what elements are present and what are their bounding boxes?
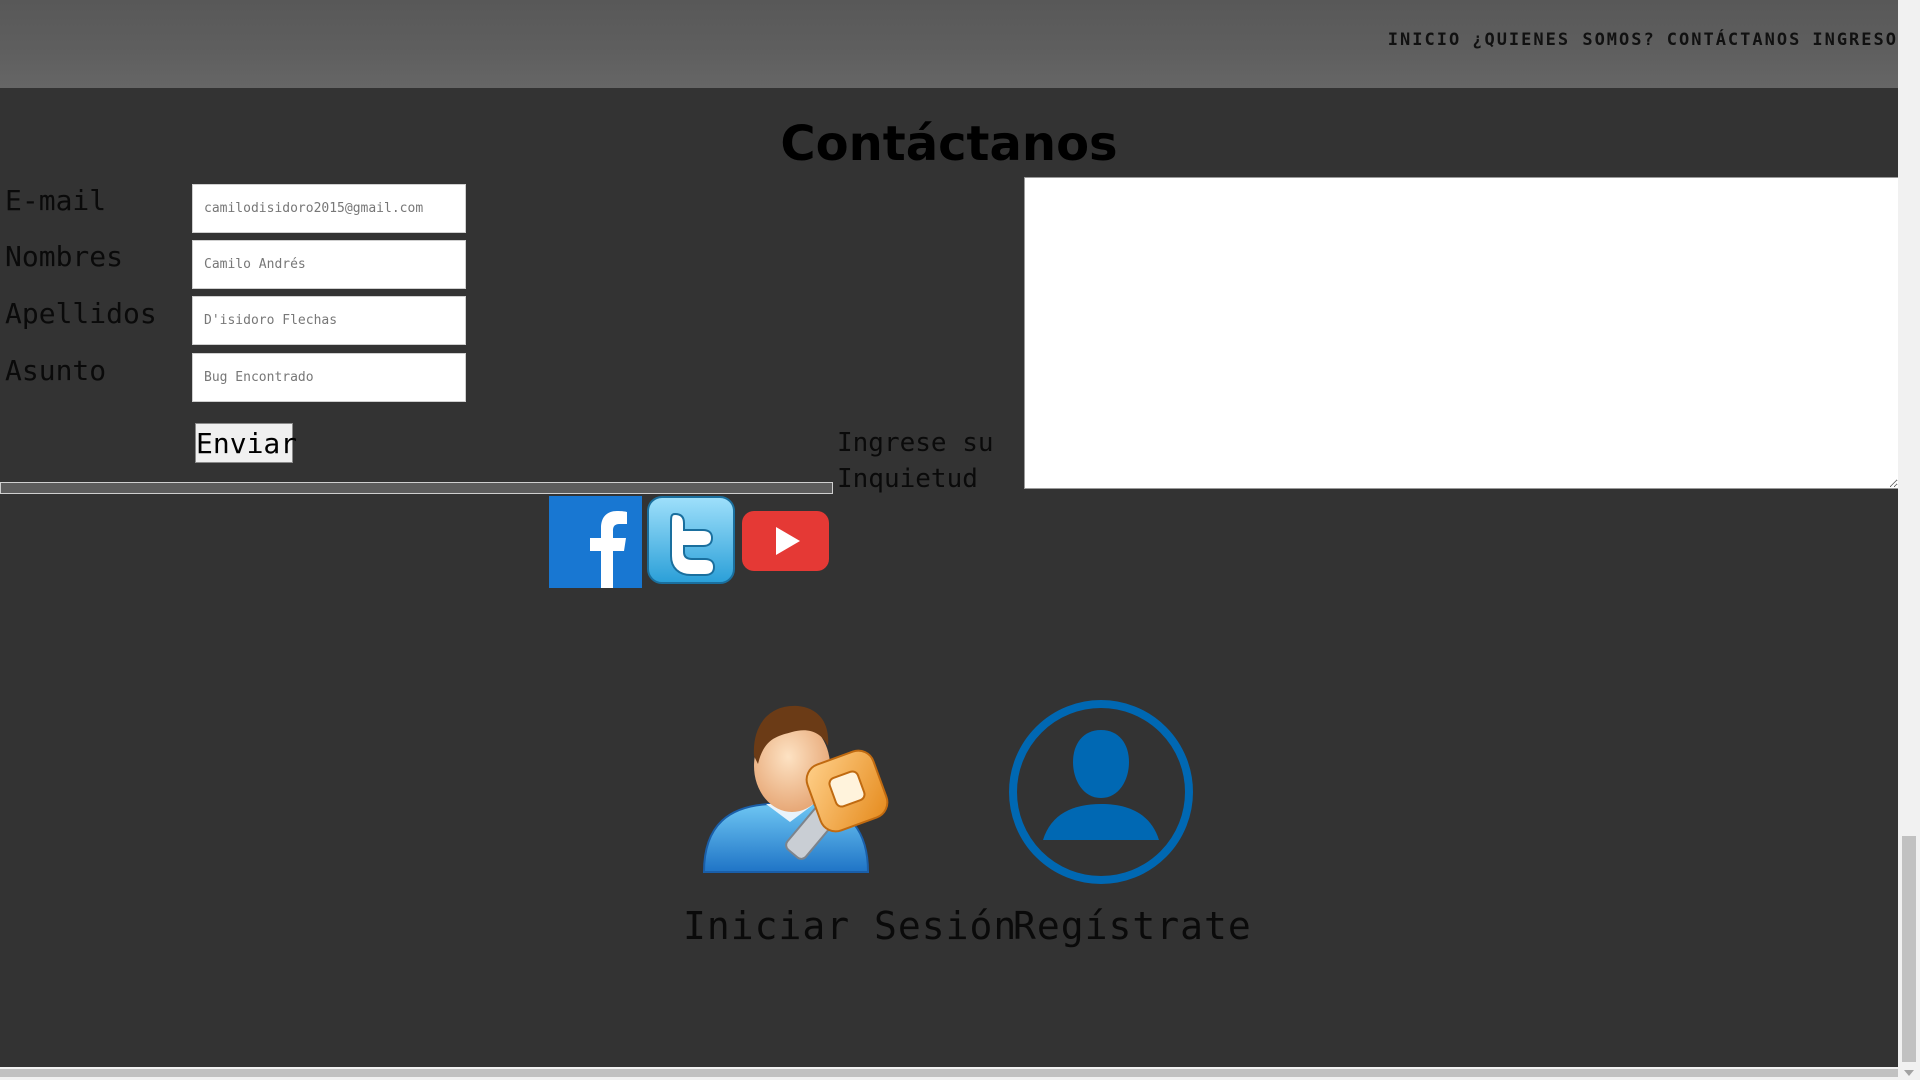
page-vertical-scrollbar[interactable]: [1898, 0, 1920, 1080]
asunto-field[interactable]: [192, 353, 466, 402]
vertical-scrollbar-thumb[interactable]: [1902, 836, 1916, 1062]
page-horizontal-scrollbar[interactable]: [0, 1067, 1898, 1080]
twitter-icon[interactable]: [647, 496, 735, 584]
page: INICIO ¿QUIENES SOMOS? CONTÁCTANOS INGRE…: [0, 0, 1899, 1080]
apellidos-field[interactable]: [192, 296, 466, 345]
nombres-field[interactable]: [192, 240, 466, 289]
nav-item-inicio[interactable]: INICIO: [1388, 30, 1461, 50]
email-label: E-mail: [5, 184, 107, 217]
register-label[interactable]: Regístrate: [1013, 904, 1252, 948]
user-key-login-icon[interactable]: [700, 694, 896, 888]
send-button[interactable]: Enviar: [195, 423, 297, 463]
nombres-label: Nombres: [5, 240, 124, 273]
login-label[interactable]: Iniciar Sesión: [683, 904, 1017, 948]
nav-item-ingreso[interactable]: INGRESO: [1812, 30, 1898, 50]
horizontal-scrollbar-thumb[interactable]: [0, 1069, 1898, 1077]
form-horizontal-scrollbar[interactable]: [0, 482, 833, 494]
nav-item-contactanos[interactable]: CONTÁCTANOS: [1667, 30, 1802, 50]
facebook-icon[interactable]: [549, 496, 642, 588]
youtube-icon[interactable]: [742, 511, 829, 571]
nav-item-quienes-somos[interactable]: ¿QUIENES SOMOS?: [1472, 30, 1656, 50]
apellidos-label: Apellidos: [5, 297, 157, 330]
main-nav: INICIO ¿QUIENES SOMOS? CONTÁCTANOS INGRE…: [1388, 30, 1898, 50]
scroll-down-arrow-icon[interactable]: [1904, 1070, 1914, 1076]
message-label: Ingrese su Inquietud: [837, 428, 994, 494]
user-circle-register-icon[interactable]: [1007, 698, 1195, 886]
page-title: Contáctanos: [780, 116, 1118, 172]
asunto-label: Asunto: [5, 354, 107, 387]
message-textarea[interactable]: [1024, 177, 1899, 489]
top-bar: INICIO ¿QUIENES SOMOS? CONTÁCTANOS INGRE…: [0, 0, 1898, 88]
email-field[interactable]: [192, 184, 466, 233]
